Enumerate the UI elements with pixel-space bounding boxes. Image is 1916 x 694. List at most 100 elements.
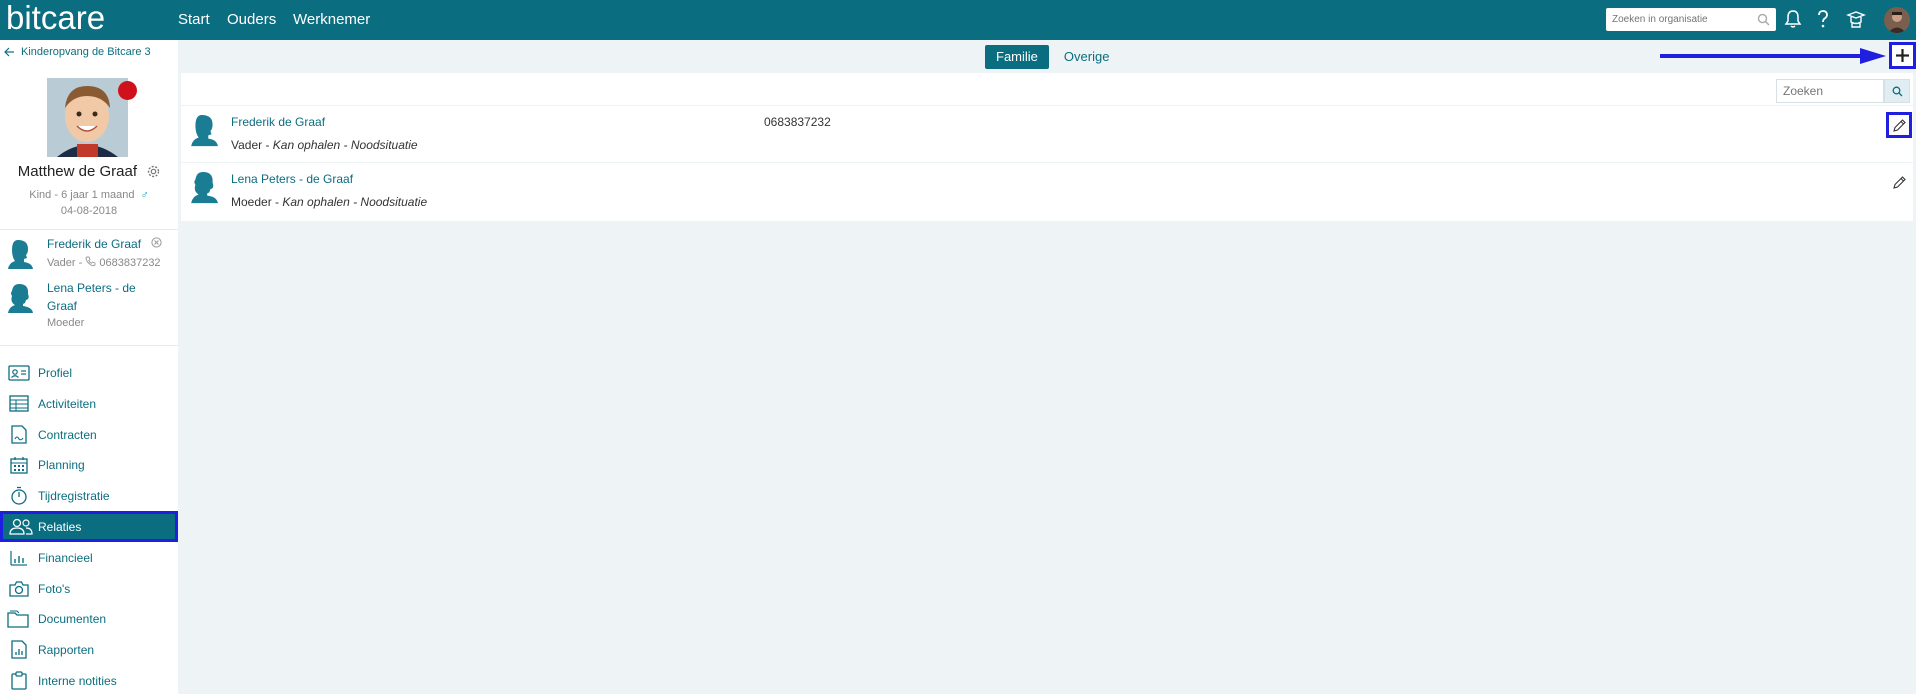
sidebar-item-label: Documenten bbox=[38, 611, 107, 626]
relation-role: Moeder bbox=[47, 317, 85, 329]
list-item: Lena Peters - de Graaf Moeder - Kan opha… bbox=[181, 164, 1913, 220]
camera-icon bbox=[9, 581, 29, 597]
list-search-row bbox=[181, 73, 1913, 106]
sidebar-item-relaties[interactable]: Relaties bbox=[0, 511, 178, 542]
id-card-icon bbox=[8, 364, 30, 381]
help-icon[interactable] bbox=[1816, 9, 1830, 29]
child-name: Matthew de Graaf bbox=[17, 163, 138, 180]
relation-details: Vader - Kan ophalen - Noodsituatie bbox=[231, 138, 418, 152]
divider bbox=[0, 229, 178, 230]
relation-tags: Kan ophalen - Noodsituatie bbox=[272, 138, 418, 152]
sidebar-item-rapporten[interactable]: Rapporten bbox=[0, 634, 178, 665]
sidebar-item-label: Relaties bbox=[38, 519, 82, 534]
add-relation-button[interactable] bbox=[1889, 42, 1916, 69]
people-icon bbox=[8, 518, 33, 535]
male-profile-icon bbox=[8, 240, 33, 269]
sidebar-item-label: Rapporten bbox=[38, 642, 95, 657]
phone-icon bbox=[85, 256, 96, 267]
bitcare-logo[interactable]: bitcare bbox=[6, 1, 105, 35]
search-field[interactable] bbox=[1776, 79, 1884, 103]
relation-tags: Kan ophalen - Noodsituatie bbox=[282, 195, 428, 209]
sidebar-item-profiel[interactable]: Profiel bbox=[0, 357, 178, 388]
relation-tabs: Familie Overige bbox=[985, 45, 1120, 69]
search-button[interactable] bbox=[1884, 79, 1910, 103]
sidebar-item-activiteiten[interactable]: Activiteiten bbox=[0, 388, 178, 419]
male-icon: ♂ bbox=[140, 189, 149, 201]
sidebar-item-documenten[interactable]: Documenten bbox=[0, 603, 178, 634]
organization-search[interactable] bbox=[1606, 8, 1776, 31]
user-avatar[interactable] bbox=[1884, 7, 1910, 33]
close-circle-icon[interactable] bbox=[151, 237, 162, 248]
sidebar-item-label: Financieel bbox=[38, 550, 93, 565]
stopwatch-icon bbox=[11, 486, 27, 505]
sidebar-item-fotos[interactable]: Foto's bbox=[0, 573, 178, 604]
contract-icon bbox=[11, 425, 27, 444]
relation-phone: 0683837232 bbox=[99, 257, 161, 269]
pencil-icon bbox=[1892, 118, 1906, 132]
tab-overige[interactable]: Overige bbox=[1053, 45, 1121, 69]
back-link[interactable]: Kinderopvang de Bitcare 3 bbox=[4, 46, 151, 58]
female-profile-icon bbox=[8, 284, 33, 313]
relation-role: Moeder - bbox=[231, 195, 283, 209]
clipboard-icon bbox=[11, 671, 27, 690]
relation-phone: 0683837232 bbox=[764, 115, 831, 129]
list-item: Frederik de Graaf Vader - Kan ophalen - … bbox=[181, 107, 1913, 163]
child-name-row: Matthew de Graaf bbox=[0, 163, 178, 180]
sidebar-item-label: Interne notities bbox=[38, 673, 117, 688]
sidebar-item-contracten[interactable]: Contracten bbox=[0, 419, 178, 450]
sidebar-item-label: Tijdregistratie bbox=[38, 488, 110, 503]
edit-button[interactable] bbox=[1886, 169, 1912, 195]
status-indicator bbox=[118, 81, 137, 100]
relation-details: Moeder - Kan ophalen - Noodsituatie bbox=[231, 195, 427, 209]
bar-chart-icon bbox=[10, 550, 27, 566]
top-bar: bitcare Start Ouders Werknemer bbox=[0, 0, 1916, 40]
search-input[interactable] bbox=[1777, 80, 1881, 102]
relation-sub: Vader - 0683837232 bbox=[47, 256, 161, 269]
female-profile-icon bbox=[191, 172, 218, 204]
child-meta: Kind - 6 jaar 1 maand ♂ 04-08-2018 bbox=[0, 187, 178, 219]
child-birthdate: 04-08-2018 bbox=[60, 205, 118, 217]
bell-icon[interactable] bbox=[1784, 9, 1802, 29]
annotation-arrow-icon bbox=[1660, 48, 1886, 64]
table-icon bbox=[9, 395, 29, 412]
relation-role: Vader - bbox=[231, 138, 273, 152]
sidebar-item-label: Activiteiten bbox=[38, 396, 97, 411]
search-icon[interactable] bbox=[1757, 13, 1770, 26]
gear-icon[interactable] bbox=[147, 165, 160, 178]
sidebar-item-interne-notities[interactable]: Interne notities bbox=[0, 665, 178, 694]
graduation-icon[interactable] bbox=[1846, 9, 1866, 29]
sidebar: Kinderopvang de Bitcare 3 Matthew de Gra… bbox=[0, 40, 178, 694]
sidebar-item-label: Profiel bbox=[38, 365, 73, 380]
organization-search-input[interactable] bbox=[1606, 8, 1746, 31]
pencil-icon bbox=[1892, 175, 1906, 189]
edit-button[interactable] bbox=[1886, 112, 1912, 138]
sidebar-item-tijdregistratie[interactable]: Tijdregistratie bbox=[0, 480, 178, 511]
back-link-label: Kinderopvang de Bitcare 3 bbox=[21, 46, 151, 58]
arrow-left-icon bbox=[4, 47, 14, 57]
child-age: Kind - 6 jaar 1 maand bbox=[29, 189, 135, 201]
relation-role: Vader - bbox=[47, 257, 86, 269]
relation-name[interactable]: Frederik de Graaf bbox=[47, 235, 141, 253]
sidebar-item-planning[interactable]: Planning bbox=[0, 449, 178, 480]
divider bbox=[0, 345, 178, 346]
child-photo[interactable] bbox=[47, 78, 128, 157]
relation-name[interactable]: Lena Peters - de Graaf bbox=[47, 279, 157, 315]
plus-icon bbox=[1896, 49, 1909, 62]
relation-name[interactable]: Lena Peters - de Graaf bbox=[231, 172, 353, 186]
relations-list: Frederik de Graaf Vader - Kan ophalen - … bbox=[181, 73, 1913, 221]
main-content: Familie Overige Frederik de Graaf Vader … bbox=[178, 40, 1916, 694]
relation-name[interactable]: Frederik de Graaf bbox=[231, 115, 325, 129]
sidebar-item-label: Foto's bbox=[38, 581, 71, 596]
sidebar-item-label: Contracten bbox=[38, 427, 97, 442]
sidebar-item-label: Planning bbox=[38, 457, 85, 472]
tab-familie[interactable]: Familie bbox=[985, 45, 1049, 69]
nav-ouders[interactable]: Ouders bbox=[227, 11, 276, 28]
sidebar-item-financieel[interactable]: Financieel bbox=[0, 542, 178, 573]
nav-start[interactable]: Start bbox=[178, 11, 210, 28]
report-icon bbox=[11, 640, 27, 659]
nav-werknemer[interactable]: Werknemer bbox=[293, 11, 370, 28]
calendar-icon bbox=[10, 456, 28, 474]
male-profile-icon bbox=[191, 115, 218, 147]
folder-icon bbox=[7, 609, 29, 628]
search-icon bbox=[1892, 86, 1902, 96]
